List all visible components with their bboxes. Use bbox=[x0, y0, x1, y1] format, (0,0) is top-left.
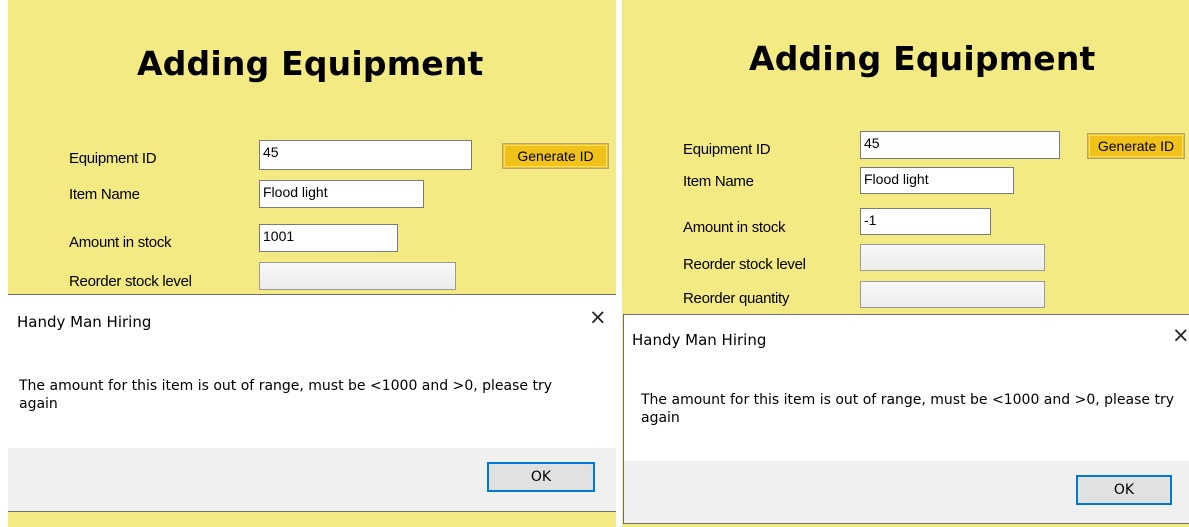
close-icon[interactable]: × bbox=[589, 307, 607, 328]
message-dialog: Handy Man Hiring × The amount for this i… bbox=[623, 314, 1189, 524]
amount-in-stock-field[interactable]: -1 bbox=[860, 208, 991, 235]
right-screenshot: Adding Equipment Equipment ID 45 Generat… bbox=[622, 0, 1189, 527]
reorder-stock-level-field[interactable] bbox=[259, 262, 456, 290]
form-title: Adding Equipment bbox=[749, 39, 1096, 78]
dialog-footer: OK bbox=[8, 448, 616, 511]
dialog-footer: OK bbox=[624, 461, 1189, 523]
dialog-message: The amount for this item is out of range… bbox=[19, 378, 552, 412]
equipment-id-field[interactable]: 45 bbox=[259, 140, 472, 170]
close-icon[interactable]: × bbox=[1172, 325, 1189, 346]
equipment-id-field[interactable]: 45 bbox=[860, 131, 1060, 159]
item-name-label: Item Name bbox=[683, 173, 754, 190]
item-name-field[interactable]: Flood light bbox=[860, 167, 1014, 194]
amount-in-stock-label: Amount in stock bbox=[69, 234, 172, 251]
reorder-stock-level-field[interactable] bbox=[860, 244, 1045, 271]
item-name-label: Item Name bbox=[69, 186, 140, 203]
dialog-title: Handy Man Hiring bbox=[17, 313, 152, 331]
equipment-id-label: Equipment ID bbox=[69, 150, 157, 167]
ok-button[interactable]: OK bbox=[487, 462, 595, 492]
amount-in-stock-field[interactable]: 1001 bbox=[259, 224, 398, 252]
equipment-id-label: Equipment ID bbox=[683, 141, 771, 158]
ok-button[interactable]: OK bbox=[1076, 475, 1172, 505]
form-title: Adding Equipment bbox=[137, 44, 484, 83]
dialog-message: The amount for this item is out of range… bbox=[641, 392, 1174, 426]
reorder-stock-level-label: Reorder stock level bbox=[69, 273, 192, 290]
reorder-quantity-field[interactable] bbox=[860, 281, 1045, 308]
reorder-quantity-label: Reorder quantity bbox=[683, 290, 790, 307]
item-name-field[interactable]: Flood light bbox=[259, 180, 424, 208]
left-screenshot: Adding Equipment Equipment ID 45 Generat… bbox=[8, 0, 616, 527]
dialog-title: Handy Man Hiring bbox=[632, 331, 767, 349]
generate-id-button[interactable]: Generate ID bbox=[1087, 133, 1185, 159]
reorder-stock-level-label: Reorder stock level bbox=[683, 256, 806, 273]
message-dialog: Handy Man Hiring × The amount for this i… bbox=[8, 294, 616, 512]
generate-id-button[interactable]: Generate ID bbox=[502, 143, 609, 169]
amount-in-stock-label: Amount in stock bbox=[683, 219, 786, 236]
